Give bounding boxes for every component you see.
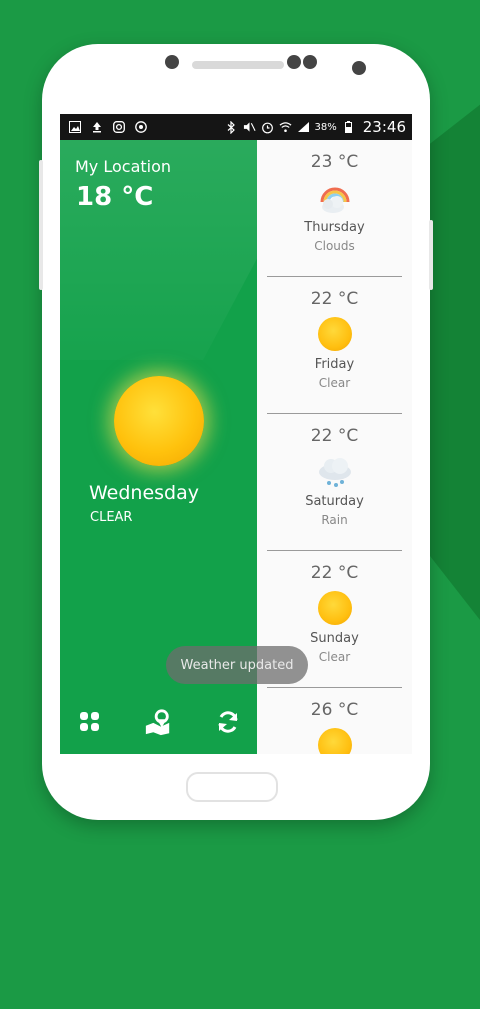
- bluetooth-icon: [225, 120, 238, 134]
- wifi-icon: [279, 121, 292, 134]
- forecast-item[interactable]: 26 °C: [267, 688, 402, 754]
- forecast-day: Thursday: [304, 220, 365, 235]
- mute-icon: [243, 121, 256, 134]
- forecast-day: Sunday: [310, 631, 359, 646]
- phone-sensor: [303, 55, 317, 69]
- chrome-icon: [134, 121, 147, 134]
- toast-message: Weather updated: [166, 646, 308, 684]
- widgets-icon[interactable]: [76, 708, 104, 736]
- forecast-day: Friday: [314, 357, 355, 372]
- forecast-item[interactable]: 22 °C Friday Clear: [267, 277, 402, 414]
- forecast-condition: Clouds: [314, 239, 355, 253]
- sun-icon: [114, 376, 204, 466]
- forecast-temp: 23 °C: [310, 152, 359, 172]
- bottom-nav: [60, 708, 257, 738]
- home-button[interactable]: [186, 772, 278, 802]
- current-temperature: 18 °C: [76, 182, 154, 212]
- phone-sensor: [287, 55, 301, 69]
- status-time: 23:46: [362, 118, 406, 136]
- front-camera: [352, 61, 366, 75]
- forecast-day: Saturday: [305, 494, 364, 509]
- location-label: My Location: [75, 157, 172, 176]
- alarm-icon: [261, 121, 274, 134]
- sun-icon: [316, 315, 354, 353]
- image-icon: [68, 121, 81, 134]
- phone-side-button: [39, 160, 43, 290]
- current-day: Wednesday: [89, 482, 200, 504]
- sun-icon: [316, 589, 354, 627]
- forecast-temp: 22 °C: [310, 426, 359, 446]
- sun-icon: [316, 726, 354, 754]
- cloud-rainbow-icon: [316, 178, 354, 216]
- forecast-condition: Rain: [321, 513, 348, 527]
- map-location-icon[interactable]: [144, 708, 172, 736]
- signal-icon: [297, 121, 310, 134]
- forecast-condition: Clear: [318, 376, 351, 390]
- phone-sensor: [165, 55, 179, 69]
- phone-power-button: [429, 220, 433, 290]
- refresh-icon[interactable]: [214, 708, 242, 736]
- instagram-icon: [112, 121, 125, 134]
- cloud-rain-icon: [316, 452, 354, 490]
- current-condition: CLEAR: [90, 510, 133, 525]
- upload-icon: [90, 121, 103, 134]
- battery-icon: [342, 121, 355, 134]
- forecast-temp: 22 °C: [310, 563, 359, 583]
- battery-percent: 38%: [314, 121, 337, 133]
- forecast-item[interactable]: 22 °C Saturday Rain: [267, 414, 402, 551]
- forecast-item[interactable]: 23 °C Thursday Clouds: [267, 140, 402, 277]
- forecast-temp: 26 °C: [310, 700, 359, 720]
- forecast-temp: 22 °C: [310, 289, 359, 309]
- status-bar: 38% 23:46: [60, 114, 412, 140]
- phone-speaker: [192, 61, 284, 69]
